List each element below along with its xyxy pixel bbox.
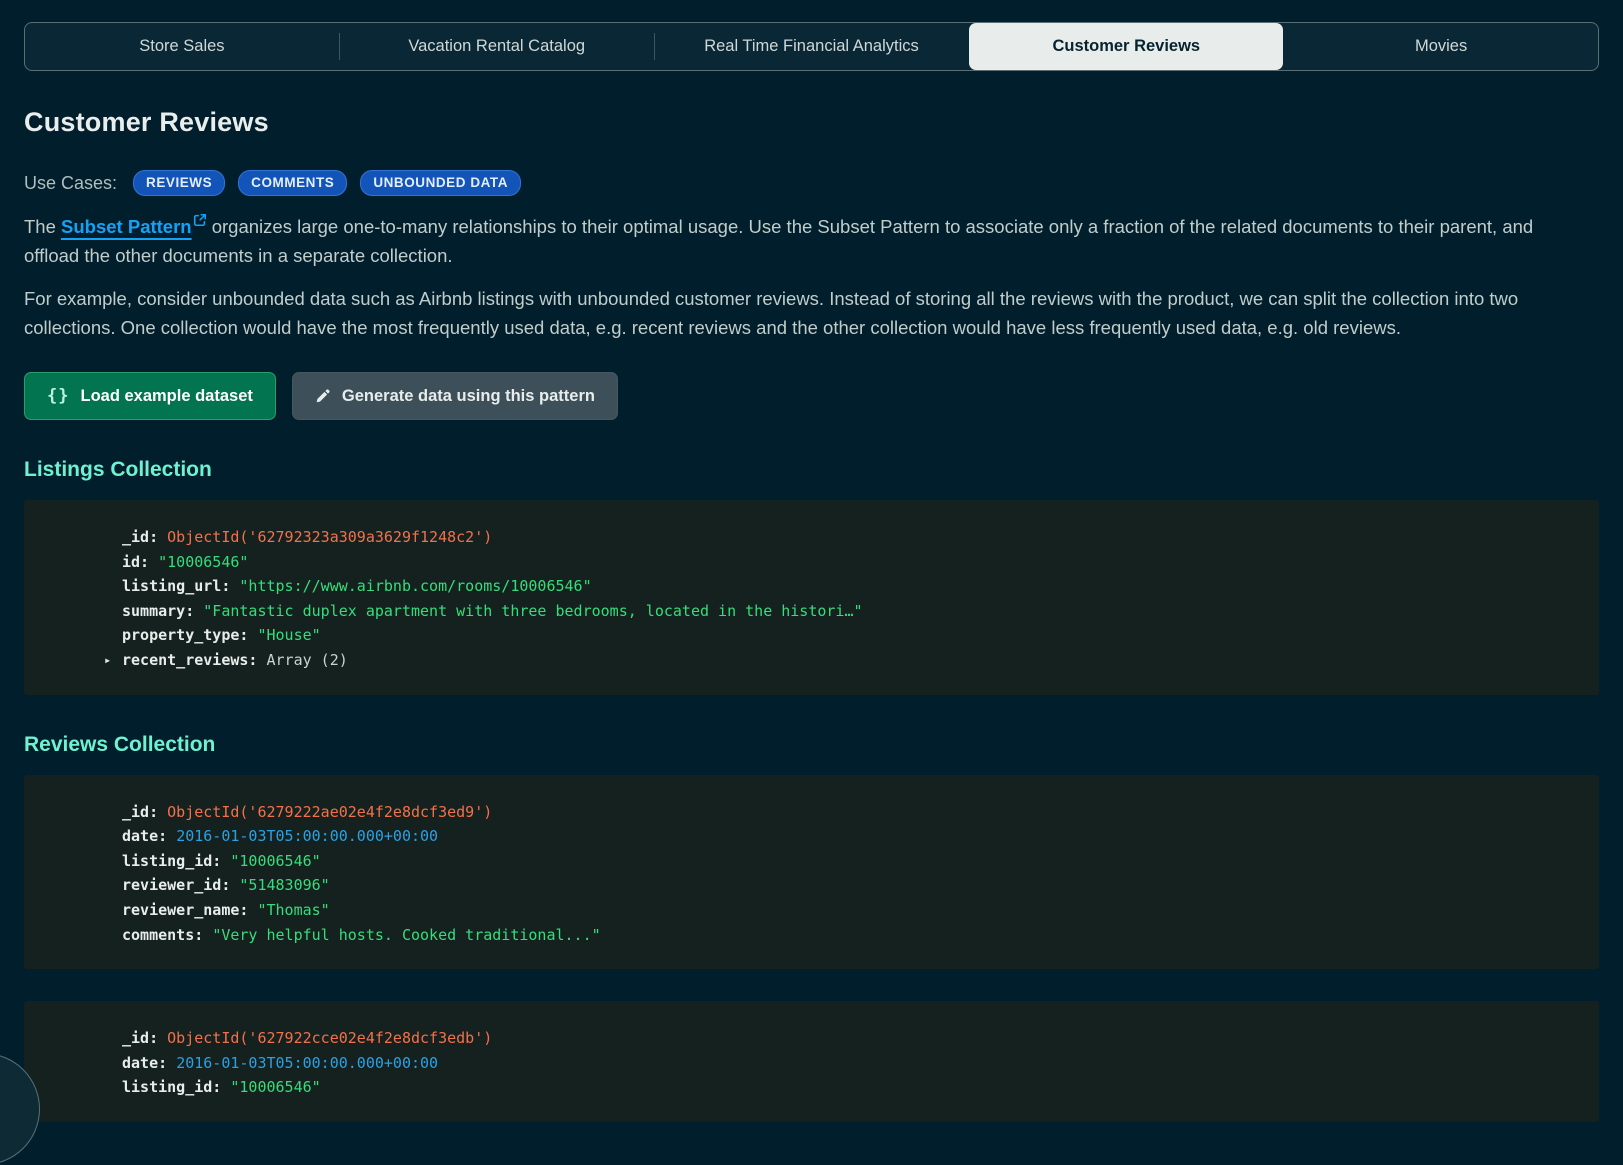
page-title: Customer Reviews bbox=[24, 107, 269, 137]
document-card: _id: ObjectId('62792323a309a3629f1248c2'… bbox=[24, 500, 1599, 695]
field-value: "Very helpful hosts. Cooked traditional.… bbox=[212, 925, 601, 944]
braces-icon: {} bbox=[47, 386, 70, 406]
field-key: _id: bbox=[122, 528, 168, 546]
field-listing-id: listing_id: "10006546" bbox=[122, 849, 1575, 874]
pencil-icon bbox=[315, 388, 331, 404]
tab-store-sales[interactable]: Store Sales bbox=[25, 23, 339, 70]
field-key: _id: bbox=[122, 802, 168, 821]
field-key: date: bbox=[122, 1053, 177, 1072]
field-value: "10006546" bbox=[230, 851, 321, 870]
subset-pattern-link[interactable]: Subset Pattern bbox=[61, 213, 207, 237]
field-id: _id: ObjectId('62792323a309a3629f1248c2'… bbox=[122, 525, 1575, 550]
generate-data-label: Generate data using this pattern bbox=[341, 386, 595, 405]
field-key: listing_id: bbox=[122, 851, 231, 870]
caret-right-icon[interactable]: ▸ bbox=[104, 648, 111, 673]
field-id: _id: ObjectId('6279222ae02e4f2e8dcf3ed9'… bbox=[122, 800, 1575, 825]
external-link-icon bbox=[193, 206, 207, 235]
field-recent-reviews: ▸ recent_reviews: Array (2) bbox=[104, 648, 1575, 673]
field-value: 2016-01-03T05:00:00.000+00:00 bbox=[176, 1053, 439, 1072]
field-reviewer-name: reviewer_name: "Thomas" bbox=[122, 898, 1575, 923]
document-card: _id: ObjectId('6279222ae02e4f2e8dcf3ed9'… bbox=[24, 774, 1599, 970]
field-key: property_type: bbox=[122, 626, 258, 645]
section-title-listings-collection: Listings Collection bbox=[24, 458, 212, 481]
field-value: Array (2) bbox=[266, 650, 348, 669]
field-value: ObjectId('6279222ae02e4f2e8dcf3ed9') bbox=[167, 802, 493, 821]
field-value: "10006546" bbox=[158, 552, 249, 571]
document-card: _id: ObjectId('627922cce02e4f2e8dcf3edb'… bbox=[24, 1001, 1599, 1122]
field-listing-url: listing_url: "https://www.airbnb.com/roo… bbox=[122, 574, 1575, 599]
field-key: id: bbox=[122, 552, 159, 571]
field-reviewer-id: reviewer_id: "51483096" bbox=[122, 873, 1575, 898]
tab-movies[interactable]: Movies bbox=[1284, 23, 1598, 70]
tab-customer-reviews[interactable]: Customer Reviews bbox=[969, 23, 1284, 70]
badge-unbounded-data: UNBOUNDED DATA bbox=[360, 170, 522, 196]
use-cases-label: Use Cases: bbox=[24, 172, 118, 193]
use-cases-row: Use Cases: REVIEWS COMMENTS UNBOUNDED DATA bbox=[24, 170, 1599, 196]
badge-reviews: REVIEWS bbox=[133, 170, 226, 196]
tab-vacation-rental-catalog[interactable]: Vacation Rental Catalog bbox=[340, 23, 654, 70]
field-value: "Fantastic duplex apartment with three b… bbox=[203, 601, 863, 620]
field-listing-id: listing_id: "10006546" bbox=[122, 1075, 1575, 1100]
field-date: date: 2016-01-03T05:00:00.000+00:00 bbox=[122, 1051, 1575, 1076]
field-date: date: 2016-01-03T05:00:00.000+00:00 bbox=[122, 824, 1575, 849]
subset-pattern-link-label: Subset Pattern bbox=[61, 216, 192, 237]
badge-comments: COMMENTS bbox=[238, 170, 348, 196]
field-id: id: "10006546" bbox=[122, 550, 1575, 575]
action-buttons: {} Load example dataset Generate data us… bbox=[24, 372, 1599, 420]
field-key: reviewer_name: bbox=[122, 900, 258, 919]
field-value: "10006546" bbox=[230, 1078, 321, 1097]
field-key: listing_id: bbox=[122, 1078, 231, 1097]
load-example-dataset-button[interactable]: {} Load example dataset bbox=[24, 372, 276, 420]
field-key: recent_reviews: bbox=[122, 650, 267, 669]
field-comments: comments: "Very helpful hosts. Cooked tr… bbox=[122, 923, 1575, 948]
field-property-type: property_type: "House" bbox=[122, 623, 1575, 648]
load-example-dataset-label: Load example dataset bbox=[80, 386, 253, 405]
field-key: date: bbox=[122, 827, 177, 846]
use-cases-badges: REVIEWS COMMENTS UNBOUNDED DATA bbox=[133, 170, 522, 196]
field-value: 2016-01-03T05:00:00.000+00:00 bbox=[176, 827, 439, 846]
field-value: "House" bbox=[257, 626, 321, 645]
intro-text-before: The bbox=[24, 216, 62, 237]
tab-bar: Store Sales Vacation Rental Catalog Real T… bbox=[24, 22, 1599, 71]
generate-data-button[interactable]: Generate data using this pattern bbox=[291, 372, 618, 420]
field-key: reviewer_id: bbox=[122, 876, 240, 895]
field-value: "https://www.airbnb.com/rooms/10006546" bbox=[239, 577, 592, 596]
tab-real-time-financial-analytics[interactable]: Real Time Financial Analytics bbox=[655, 23, 969, 70]
intro-text-after: organizes large one-to-many relationship… bbox=[24, 216, 1534, 266]
field-key: comments: bbox=[122, 925, 213, 944]
example-paragraph: For example, consider unbounded data suc… bbox=[24, 288, 1519, 338]
section-title-reviews-collection: Reviews Collection bbox=[24, 732, 216, 756]
field-value: "51483096" bbox=[239, 876, 330, 895]
field-value: "Thomas" bbox=[257, 900, 330, 919]
field-key: listing_url: bbox=[122, 577, 240, 596]
page: Store Sales Vacation Rental Catalog Real T… bbox=[0, 0, 1623, 1122]
field-value: ObjectId('627922cce02e4f2e8dcf3edb') bbox=[167, 1029, 493, 1048]
field-id: _id: ObjectId('627922cce02e4f2e8dcf3edb'… bbox=[122, 1026, 1575, 1051]
field-key: summary: bbox=[122, 601, 204, 620]
intro-paragraph: The Subset Pattern organizes large one-t… bbox=[24, 212, 1549, 270]
field-key: _id: bbox=[122, 1029, 168, 1048]
field-summary: summary: "Fantastic duplex apartment wit… bbox=[122, 599, 1575, 624]
field-value: ObjectId('62792323a309a3629f1248c2') bbox=[167, 528, 493, 546]
collections: Listings Collection _id: ObjectId('627923… bbox=[24, 458, 1599, 1122]
